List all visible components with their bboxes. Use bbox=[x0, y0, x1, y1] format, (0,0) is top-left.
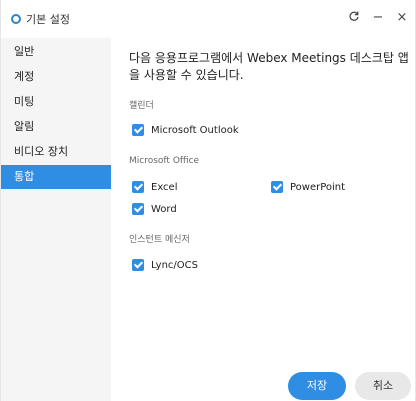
sidebar-item-meetings[interactable]: 미팅 bbox=[1, 90, 111, 114]
checkbox-checked-icon[interactable] bbox=[132, 181, 144, 193]
sidebar-item-integrations[interactable]: 통합 bbox=[1, 165, 111, 189]
section-label-calendar: 캘린더 bbox=[129, 101, 154, 111]
checkbox-microsoft-outlook[interactable]: Microsoft Outlook bbox=[132, 124, 239, 136]
close-button[interactable]: × bbox=[395, 11, 409, 25]
option-label: Microsoft Outlook bbox=[151, 124, 239, 136]
checkbox-word[interactable]: Word bbox=[132, 203, 177, 215]
section-label-instant-messenger: 인스턴트 메신저 bbox=[129, 235, 190, 245]
checkbox-checked-icon[interactable] bbox=[132, 124, 144, 136]
window-title: 기본 설정 bbox=[26, 13, 70, 26]
sidebar: 일반 계정 미팅 알림 비디오 장치 통합 bbox=[1, 38, 111, 401]
option-label: PowerPoint bbox=[290, 181, 346, 193]
option-label: Excel bbox=[151, 181, 178, 193]
title-bar: 기본 설정 − × bbox=[1, 0, 415, 38]
checkbox-checked-icon[interactable] bbox=[132, 259, 144, 271]
window-controls: − × bbox=[347, 10, 409, 26]
sidebar-item-account[interactable]: 계정 bbox=[1, 65, 111, 89]
minimize-button[interactable]: − bbox=[371, 11, 385, 25]
refresh-icon[interactable] bbox=[347, 10, 361, 26]
webex-app-icon bbox=[11, 14, 21, 24]
checkbox-checked-icon[interactable] bbox=[132, 203, 144, 215]
cancel-button[interactable]: 취소 bbox=[355, 372, 411, 400]
sidebar-item-general[interactable]: 일반 bbox=[1, 40, 111, 64]
integrations-panel: 다음 응용프로그램에서 Webex Meetings 데스크탑 앱을 사용할 수… bbox=[111, 38, 415, 401]
save-button[interactable]: 저장 bbox=[288, 372, 346, 400]
checkbox-lync-ocs[interactable]: Lync/OCS bbox=[132, 259, 198, 271]
option-label: Lync/OCS bbox=[151, 259, 198, 271]
section-label-office: Microsoft Office bbox=[129, 156, 200, 166]
sidebar-item-notifications[interactable]: 알림 bbox=[1, 115, 111, 139]
page-heading: 다음 응용프로그램에서 Webex Meetings 데스크탑 앱을 사용할 수… bbox=[129, 51, 409, 82]
preferences-window: 기본 설정 − × 일반 계정 미팅 알림 비디오 장치 통합 다음 응용프로그… bbox=[0, 0, 416, 401]
option-label: Word bbox=[151, 203, 177, 215]
sidebar-item-video-devices[interactable]: 비디오 장치 bbox=[1, 140, 111, 164]
checkbox-excel[interactable]: Excel bbox=[132, 181, 178, 193]
checkbox-powerpoint[interactable]: PowerPoint bbox=[271, 181, 345, 193]
checkbox-checked-icon[interactable] bbox=[271, 181, 283, 193]
